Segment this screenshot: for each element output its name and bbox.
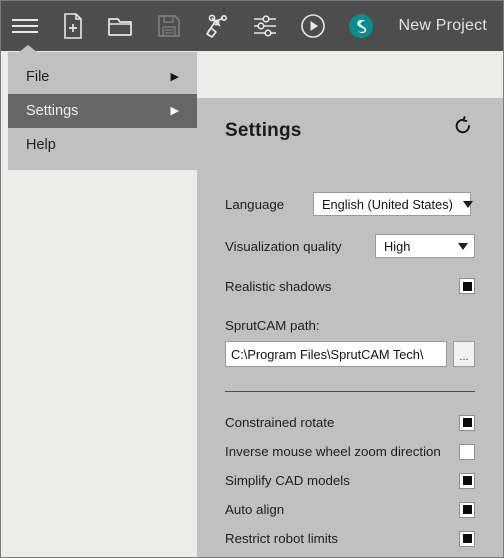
option-row-auto-align: Auto align [225,495,475,524]
section-divider [225,391,475,392]
robot-arm-icon [203,13,231,39]
sprutcam-logo-button[interactable] [337,1,385,51]
auto-align-label: Auto align [225,502,285,517]
visualization-quality-select[interactable]: High [375,234,475,258]
chevron-right-icon: ▶ [170,70,179,83]
open-folder-icon [107,14,135,38]
sprutcam-path-input[interactable] [225,341,447,367]
sprutcam-logo-icon [348,13,374,39]
sprutcam-path-row: ... [225,341,475,367]
chevron-down-icon [462,200,473,208]
option-row-simplify-cad-models: Simplify CAD models [225,466,475,495]
new-file-button[interactable] [49,1,97,51]
simplify-cad-models-label: Simplify CAD models [225,473,350,488]
hamburger-menu-icon [11,17,39,35]
menu-item-file[interactable]: File ▶ [8,60,197,94]
constrained-rotate-label: Constrained rotate [225,415,335,430]
save-file-button[interactable] [145,1,193,51]
checkbox-auto-align[interactable] [459,501,475,518]
menu-item-settings[interactable]: Settings ▶ [8,94,197,128]
menu-item-file-label: File [26,69,50,85]
settings-form: Language English (United States) Visuali… [225,190,475,553]
checkbox-inverse-mouse-wheel-zoom[interactable] [459,443,475,460]
menu-item-settings-label: Settings [26,103,79,119]
floppy-save-icon [157,14,181,38]
menu-item-help[interactable]: Help [8,128,197,162]
reset-settings-button[interactable] [451,115,475,141]
chevron-right-icon: ▶ [170,104,179,117]
sprutcam-path-browse-button[interactable]: ... [453,341,475,367]
realistic-shadows-row: Realistic shadows [225,272,475,300]
open-file-button[interactable] [97,1,145,51]
checkbox-simplify-cad-models[interactable] [459,472,475,489]
inverse-mouse-wheel-zoom-label: Inverse mouse wheel zoom direction [225,444,441,459]
menu-item-help-label: Help [26,137,56,153]
new-document-icon [61,13,85,39]
option-row-inverse-mouse-wheel-zoom: Inverse mouse wheel zoom direction [225,437,475,466]
reset-arrow-icon [453,115,473,141]
project-title: New Project [398,17,487,34]
chevron-down-icon [458,242,468,250]
menu-caret-indicator [19,45,37,52]
language-select[interactable]: English (United States) [313,192,473,216]
sliders-icon [251,14,279,38]
checkbox-restrict-robot-limits[interactable] [459,530,475,547]
visualization-quality-value: High [384,238,411,254]
sprutcam-path-label: SprutCAM path: [225,318,320,333]
language-label: Language [225,196,285,212]
checkbox-constrained-rotate[interactable] [459,414,475,431]
application-window: New Project File ▶ Settings ▶ Help Setti… [0,0,504,558]
top-toolbar: New Project [1,1,503,51]
language-select-value: English (United States) [322,196,453,212]
restrict-robot-limits-label: Restrict robot limits [225,531,339,546]
settings-panel: Settings Language English (United States… [197,98,503,557]
settings-header: Settings [225,98,475,176]
language-row: Language English (United States) [225,190,475,218]
option-row-constrained-rotate: Constrained rotate [225,408,475,437]
checkbox-realistic-shadows[interactable] [459,278,475,294]
visualization-quality-row: Visualization quality High [225,232,475,260]
robot-setup-button[interactable] [193,1,241,51]
sprutcam-path-block: SprutCAM path: ... [225,318,475,367]
settings-title: Settings [225,120,302,141]
main-menu-button[interactable] [1,1,49,51]
realistic-shadows-label: Realistic shadows [225,278,332,294]
main-menu-panel: File ▶ Settings ▶ Help [8,52,197,170]
parameters-button[interactable] [241,1,289,51]
option-row-restrict-robot-limits: Restrict robot limits [225,524,475,553]
simulate-button[interactable] [289,1,337,51]
visualization-quality-label: Visualization quality [225,238,342,254]
options-checklist: Constrained rotate Inverse mouse wheel z… [225,408,475,553]
play-circle-icon [300,13,326,39]
